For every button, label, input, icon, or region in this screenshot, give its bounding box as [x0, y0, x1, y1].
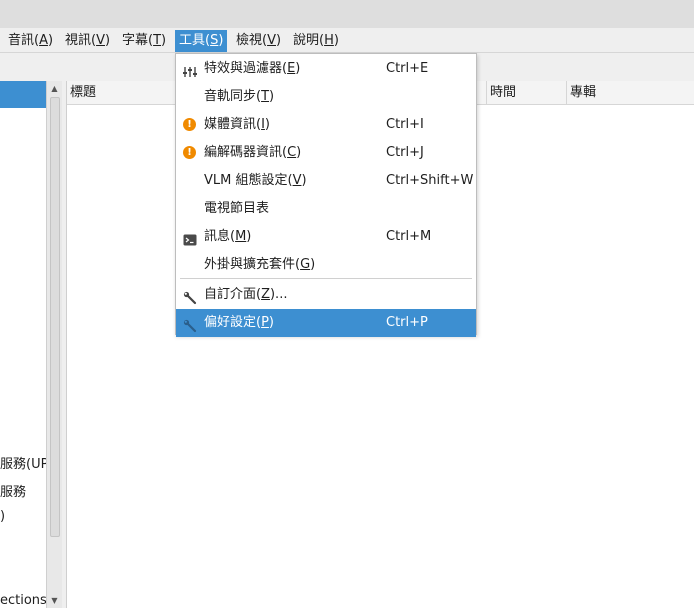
- menu-bar: 音訊(A) 視訊(V) 字幕(T) 工具(S) 檢視(V) 說明(H): [0, 28, 694, 53]
- menu-item-effects-filters[interactable]: 特效與過濾器(E) Ctrl+E: [176, 55, 476, 83]
- menu-audio[interactable]: 音訊(A): [4, 30, 57, 52]
- menu-item-plugins-extensions[interactable]: 外掛與擴充套件(G): [176, 251, 476, 279]
- shortcut-label: Ctrl+Shift+W: [386, 173, 474, 188]
- sidebar-item-3[interactable]: ): [0, 509, 46, 524]
- menu-item-preferences[interactable]: 偏好設定(P) Ctrl+P: [176, 309, 476, 337]
- shortcut-label: Ctrl+I: [386, 117, 424, 132]
- sidebar-item-connections[interactable]: ections: [0, 593, 46, 608]
- shortcut-label: Ctrl+J: [386, 145, 424, 160]
- column-duration[interactable]: 時間: [486, 81, 566, 105]
- menu-view[interactable]: 檢視(V): [232, 30, 285, 52]
- scroll-up-arrow-icon[interactable]: ▲: [49, 83, 60, 94]
- sidebar-scrollbar[interactable]: ▲ ▼: [46, 81, 62, 608]
- info-warning-icon: !: [183, 146, 197, 160]
- shortcut-label: Ctrl+E: [386, 61, 429, 76]
- menu-item-track-sync[interactable]: 音軌同步(T): [176, 83, 476, 111]
- shortcut-label: Ctrl+P: [386, 315, 428, 330]
- menu-item-messages[interactable]: 訊息(M) Ctrl+M: [176, 223, 476, 251]
- menu-item-media-info[interactable]: ! 媒體資訊(I) Ctrl+I: [176, 111, 476, 139]
- menu-tools[interactable]: 工具(S): [175, 30, 228, 52]
- tools-menu-dropdown: 特效與過濾器(E) Ctrl+E 音軌同步(T) ! 媒體資訊(I) Ctrl+…: [175, 53, 477, 337]
- sidebar-item-upnp[interactable]: 服務(UPnP: [0, 453, 46, 472]
- info-warning-icon: !: [183, 118, 197, 132]
- shortcut-label: Ctrl+M: [386, 229, 432, 244]
- menu-item-tv-guide[interactable]: 電視節目表: [176, 195, 476, 223]
- menu-separator: [180, 278, 472, 279]
- menu-item-codec-info[interactable]: ! 編解碼器資訊(C) Ctrl+J: [176, 139, 476, 167]
- menu-item-vlm-config[interactable]: VLM 組態設定(V) Ctrl+Shift+W: [176, 167, 476, 195]
- column-title[interactable]: 標題: [67, 81, 177, 105]
- title-bar: [0, 0, 694, 28]
- scroll-down-arrow-icon[interactable]: ▼: [49, 595, 60, 606]
- sidebar-item-service[interactable]: 服務: [0, 481, 46, 500]
- terminal-icon: [183, 230, 197, 246]
- column-album[interactable]: 專輯: [566, 81, 694, 105]
- scrollbar-thumb[interactable]: [50, 97, 60, 537]
- sidebar-selected-item[interactable]: [0, 81, 46, 108]
- wrench-icon: [183, 316, 197, 333]
- menu-video[interactable]: 視訊(V): [61, 30, 114, 52]
- equalizer-icon: [183, 62, 197, 77]
- menu-help[interactable]: 說明(H): [289, 30, 343, 52]
- menu-item-customize-interface[interactable]: 自訂介面(Z)...: [176, 281, 476, 309]
- menu-subtitle[interactable]: 字幕(T): [118, 30, 170, 52]
- wrench-icon: [183, 288, 197, 305]
